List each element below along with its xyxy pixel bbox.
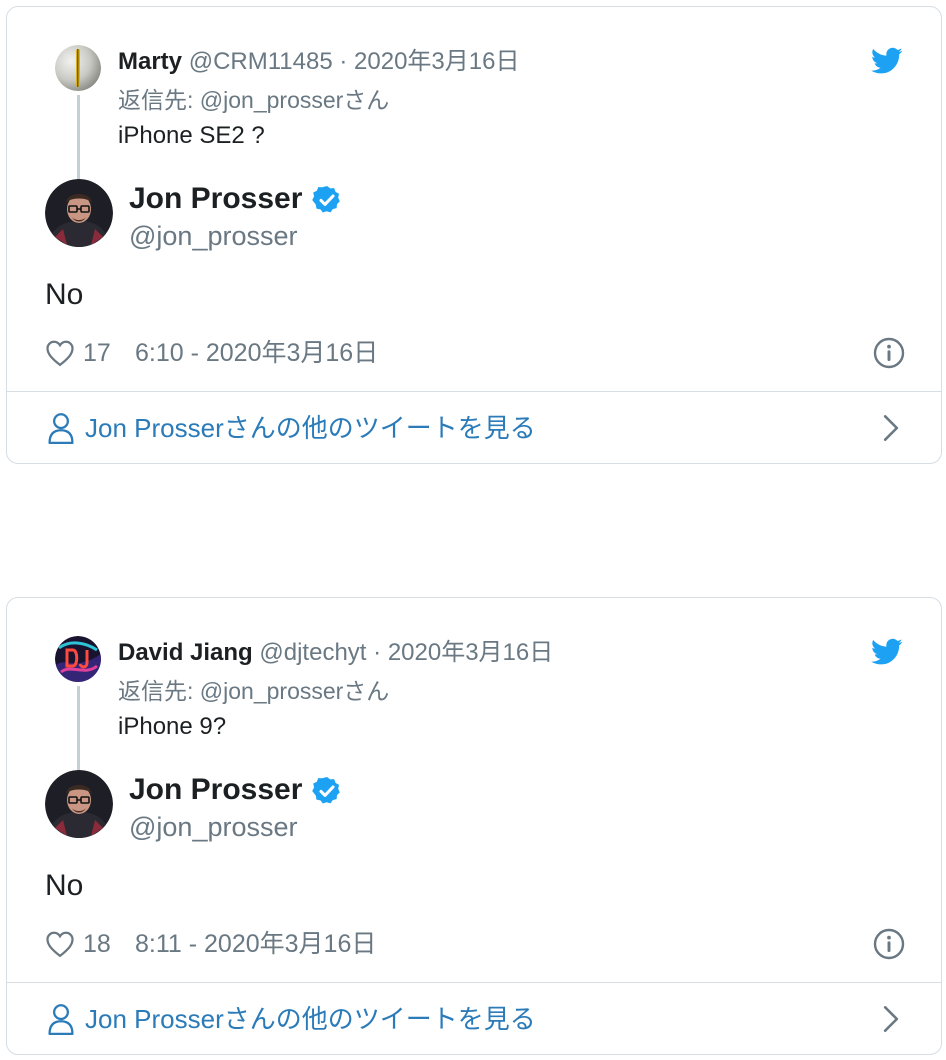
- separator: ·: [373, 639, 382, 666]
- parent-text: iPhone 9?: [118, 713, 227, 740]
- info-icon[interactable]: [873, 337, 905, 369]
- author-block[interactable]: Jon Prosser @jon_prosser: [45, 179, 445, 251]
- parent-tweet[interactable]: Marty @CRM11485 · 2020年3月16日 返信先: @jon_p…: [55, 45, 861, 213]
- author-name[interactable]: Jon Prosser: [129, 772, 302, 808]
- parent-name[interactable]: David Jiang: [118, 639, 253, 666]
- separator: ·: [339, 48, 348, 75]
- tweet-text: No: [45, 278, 84, 311]
- parent-handle[interactable]: @CRM11485: [189, 48, 333, 75]
- tweet-meta: 17 6:10 - 2020年3月16日: [45, 335, 905, 371]
- more-tweets-link[interactable]: Jon Prosserさんの他のツイートを見る: [7, 392, 941, 464]
- like-count[interactable]: 18: [83, 926, 111, 962]
- parent-header: Marty @CRM11485 · 2020年3月16日: [118, 47, 519, 77]
- avatar[interactable]: [45, 179, 113, 247]
- chevron-right-icon[interactable]: [881, 1005, 901, 1033]
- more-tweets-link[interactable]: Jon Prosserさんの他のツイートを見る: [7, 983, 941, 1055]
- parent-text: iPhone SE2 ?: [118, 122, 265, 149]
- verified-badge-icon: [312, 777, 340, 804]
- chevron-right-icon[interactable]: [881, 414, 901, 442]
- author-name[interactable]: Jon Prosser: [129, 181, 302, 217]
- person-icon: [48, 413, 74, 444]
- avatar[interactable]: [45, 770, 113, 838]
- avatar[interactable]: [55, 636, 101, 682]
- parent-tweet[interactable]: David Jiang @djtechyt · 2020年3月16日 返信先: …: [55, 636, 861, 804]
- parent-date[interactable]: 2020年3月16日: [354, 48, 519, 75]
- parent-date[interactable]: 2020年3月16日: [388, 639, 553, 666]
- tweet-card-1: Marty @CRM11485 · 2020年3月16日 返信先: @jon_p…: [6, 6, 942, 464]
- parent-handle[interactable]: @djtechyt: [259, 639, 366, 666]
- person-icon: [48, 1004, 74, 1035]
- tweet-timestamp[interactable]: 6:10 - 2020年3月16日: [135, 335, 378, 371]
- verified-badge-icon: [312, 186, 340, 213]
- twitter-bird-icon[interactable]: [871, 47, 903, 75]
- more-tweets-label[interactable]: Jon Prosserさんの他のツイートを見る: [85, 410, 536, 446]
- info-icon[interactable]: [873, 928, 905, 960]
- reply-to: 返信先: @jon_prosserさん: [118, 678, 390, 704]
- author-block[interactable]: Jon Prosser @jon_prosser: [45, 770, 445, 842]
- parent-header: David Jiang @djtechyt · 2020年3月16日: [118, 638, 553, 668]
- tweet-meta: 18 8:11 - 2020年3月16日: [45, 926, 905, 962]
- avatar[interactable]: [55, 45, 101, 91]
- heart-icon[interactable]: [45, 339, 75, 367]
- parent-name[interactable]: Marty: [118, 48, 182, 75]
- like-count[interactable]: 17: [83, 335, 111, 371]
- author-handle[interactable]: @jon_prosser: [129, 219, 298, 253]
- tweet-card-2: David Jiang @djtechyt · 2020年3月16日 返信先: …: [6, 597, 942, 1055]
- tweet-text: No: [45, 869, 84, 902]
- twitter-bird-icon[interactable]: [871, 638, 903, 666]
- more-tweets-label[interactable]: Jon Prosserさんの他のツイートを見る: [85, 1001, 536, 1037]
- tweet-timestamp[interactable]: 8:11 - 2020年3月16日: [135, 926, 376, 962]
- heart-icon[interactable]: [45, 930, 75, 958]
- author-handle[interactable]: @jon_prosser: [129, 810, 298, 844]
- reply-to: 返信先: @jon_prosserさん: [118, 87, 390, 113]
